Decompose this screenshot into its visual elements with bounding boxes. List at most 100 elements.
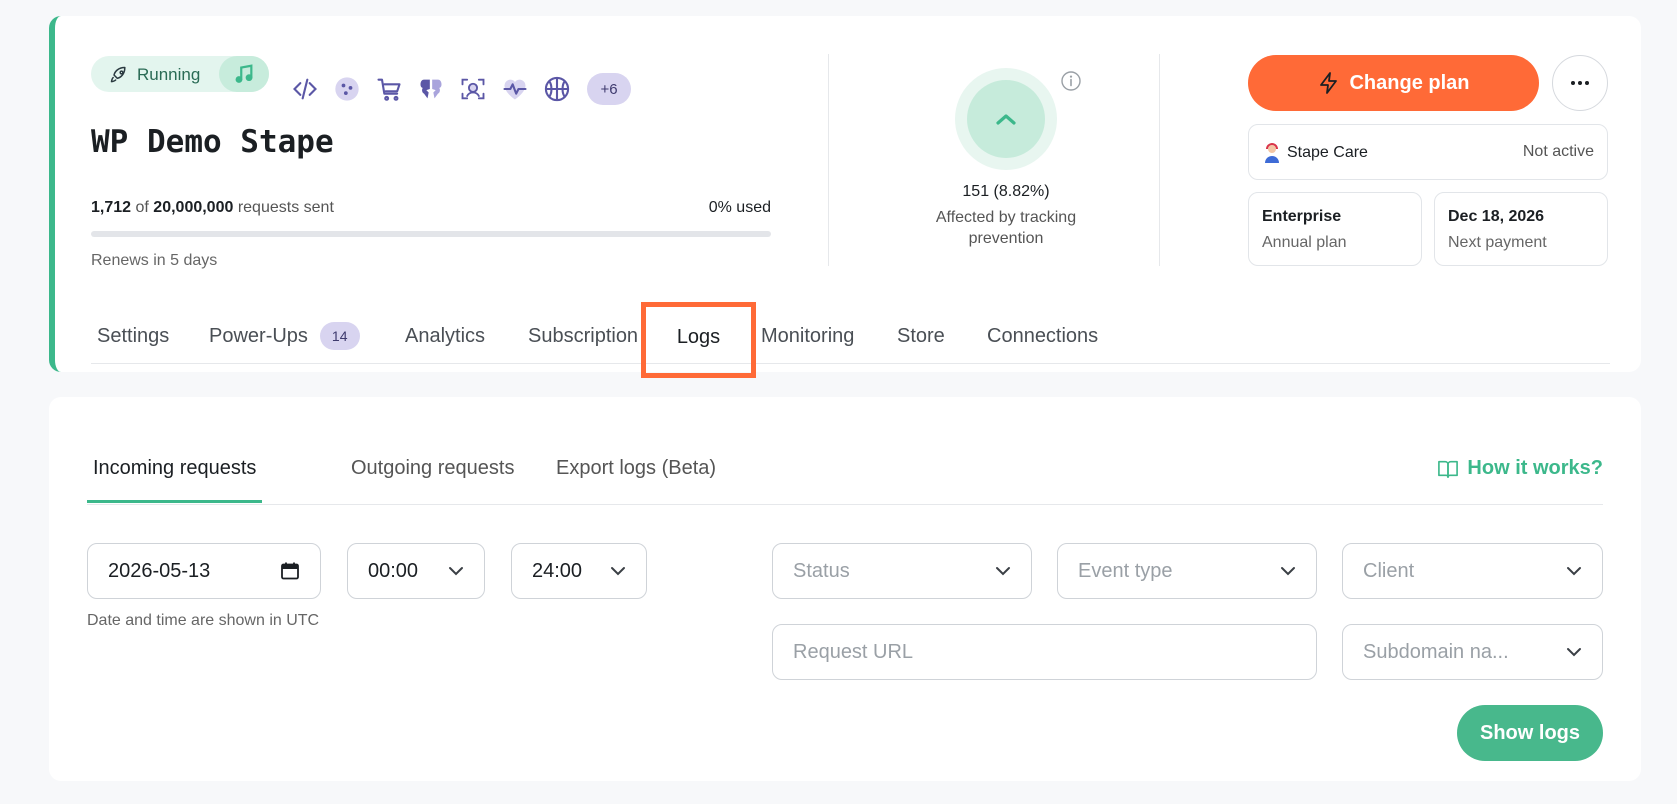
tab-label: Store [897, 324, 945, 347]
tab-label: Incoming requests [93, 457, 257, 479]
basketball-icon[interactable] [543, 75, 571, 103]
tab-incoming-requests[interactable]: Incoming requests [87, 457, 263, 503]
usage-progress-bar [91, 231, 771, 237]
tab-label: Outgoing requests [351, 457, 515, 479]
tab-label: Power-Ups [209, 324, 308, 347]
integration-icons: +6 [291, 73, 631, 105]
tab-label: Export logs (Beta) [556, 457, 717, 479]
plan-name: Enterprise [1262, 208, 1342, 225]
calendar-icon[interactable] [280, 561, 300, 581]
more-horizontal-icon [1571, 81, 1589, 85]
divider [828, 54, 829, 266]
cart-icon[interactable] [375, 75, 403, 103]
tab-label: Subscription [528, 324, 639, 347]
tab-label: Connections [987, 324, 1099, 347]
chevron-down-icon [996, 567, 1010, 576]
tab-outgoing-requests[interactable]: Outgoing requests [351, 457, 514, 503]
usage-suffix: requests sent [237, 199, 334, 216]
tab-label: Monitoring [761, 324, 855, 347]
time-from-select[interactable]: 00:00 [347, 543, 485, 599]
chevron-down-icon [611, 567, 625, 576]
logs-panel: Incoming requests Outgoing requests Expo… [49, 397, 1641, 781]
tab-subscription[interactable]: Subscription [528, 320, 638, 352]
how-it-works-link[interactable]: How it works? [1437, 457, 1603, 480]
utc-hint: Date and time are shown in UTC [87, 612, 320, 629]
status-running: Running [109, 65, 200, 85]
tab-label: Logs [676, 326, 721, 348]
show-logs-button[interactable]: Show logs [1457, 705, 1603, 761]
logs-sub-tabs: Incoming requests Outgoing requests Expo… [87, 457, 1603, 505]
book-icon [1438, 460, 1459, 478]
status-select[interactable]: Status [772, 543, 1032, 599]
tab-analytics[interactable]: Analytics [405, 320, 485, 352]
tab-connections[interactable]: Connections [987, 320, 1098, 352]
powerups-count-badge: 14 [319, 322, 360, 350]
chevron-down-icon [1567, 567, 1581, 576]
event-type-select[interactable]: Event type [1057, 543, 1317, 599]
tab-label: Settings [97, 324, 170, 347]
support-agent-icon [1265, 143, 1279, 163]
more-options-button[interactable] [1552, 55, 1608, 111]
tracking-prevention-value: 151 (8.82%) [962, 183, 1050, 200]
tab-label: Analytics [405, 324, 486, 347]
tab-store[interactable]: Store [897, 320, 945, 352]
lightning-icon [1320, 72, 1338, 94]
tab-logs[interactable]: Logs [641, 302, 756, 378]
next-payment-label: Next payment [1448, 234, 1547, 251]
client-select[interactable]: Client [1342, 543, 1603, 599]
next-payment-card: Dec 18, 2026 Next payment [1434, 192, 1608, 266]
chevron-up-icon [996, 114, 1016, 125]
client-placeholder: Client [1363, 559, 1415, 582]
date-input[interactable]: 2026-05-13 [87, 543, 321, 599]
face-scan-icon[interactable] [459, 75, 487, 103]
usage-of: of [135, 199, 149, 216]
rocket-icon [110, 66, 126, 83]
tab-monitoring[interactable]: Monitoring [761, 320, 854, 352]
subdomain-select[interactable]: Subdomain na... [1342, 624, 1603, 680]
renew-info: Renews in 5 days [91, 252, 218, 269]
usage-summary: 1,712 of 20,000,000 requests sent [91, 199, 334, 217]
change-plan-label: Change plan [1349, 71, 1470, 94]
more-integrations-badge[interactable]: +6 [587, 73, 631, 105]
stape-care-label: Stape Care [1287, 144, 1368, 161]
time-to-select[interactable]: 24:00 [511, 543, 647, 599]
info-icon[interactable] [1060, 70, 1082, 92]
plan-card: Enterprise Annual plan [1248, 192, 1422, 266]
requests-sent-count: 1,712 [91, 199, 132, 216]
divider [1159, 54, 1160, 266]
event-type-placeholder: Event type [1078, 559, 1173, 582]
tracking-prevention-label: Affected by tracking prevention [935, 209, 1077, 247]
music-icon[interactable] [219, 56, 269, 92]
next-payment-date: Dec 18, 2026 [1448, 208, 1545, 225]
show-logs-label: Show logs [1480, 721, 1580, 744]
date-value: 2026-05-13 [108, 559, 211, 582]
cookie-icon[interactable] [333, 75, 361, 103]
chevron-down-icon [1281, 567, 1295, 576]
time-to-value: 24:00 [532, 559, 583, 582]
status-pill: Running [91, 56, 269, 92]
tracking-prevention-gauge [955, 68, 1057, 170]
stape-care-card[interactable]: Stape Care Not active [1248, 124, 1608, 180]
brain-icon[interactable] [417, 75, 445, 103]
chevron-down-icon [449, 567, 463, 576]
tab-settings[interactable]: Settings [97, 320, 169, 352]
tab-export-logs[interactable]: Export logs (Beta) [556, 457, 716, 503]
code-icon[interactable] [291, 75, 319, 103]
plan-type: Annual plan [1262, 234, 1347, 251]
requests-limit: 20,000,000 [153, 199, 234, 216]
container-title: WP Demo Stape [91, 124, 334, 160]
request-url-input[interactable]: Request URL [772, 624, 1317, 680]
stape-care-status: Not active [1522, 143, 1594, 160]
change-plan-button[interactable]: Change plan [1248, 55, 1539, 111]
chevron-down-icon [1567, 648, 1581, 657]
request-url-placeholder: Request URL [793, 640, 914, 663]
status-placeholder: Status [793, 559, 850, 582]
status-label: Running [137, 65, 201, 84]
subdomain-placeholder: Subdomain na... [1363, 640, 1509, 663]
heartbeat-icon[interactable] [501, 75, 529, 103]
time-from-value: 00:00 [368, 559, 419, 582]
container-summary-card: Running +6 WP Demo Stape 1,712 of 20,000… [49, 16, 1641, 372]
how-it-works-label: How it works? [1467, 457, 1603, 479]
tab-powerups[interactable]: Power-Ups 14 [209, 320, 360, 352]
usage-percent: 0% used [708, 199, 771, 216]
